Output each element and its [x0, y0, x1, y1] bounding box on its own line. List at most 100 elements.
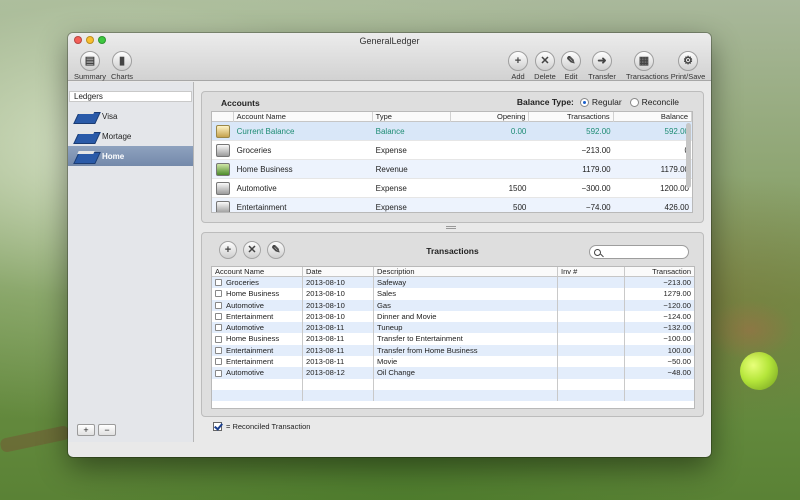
column-header-transactions[interactable]: Transactions [529, 112, 614, 122]
transaction-row[interactable]: Automotive 2013-08-12 Oil Change −48.00 [212, 367, 694, 379]
transaction-description: Movie [374, 356, 558, 368]
transaction-account: Groceries [226, 278, 259, 287]
transaction-inv [558, 333, 625, 345]
transaction-search[interactable] [589, 245, 689, 259]
transaction-account-cell: Entertainment [212, 344, 303, 357]
account-type: Expense [375, 145, 407, 155]
ledger-book-icon [76, 130, 96, 143]
reconciled-checkbox[interactable] [215, 335, 222, 343]
column-header-account-name[interactable]: Account Name [234, 112, 373, 122]
reconciled-checkbox[interactable] [215, 346, 222, 354]
accounts-scrollbar[interactable] [686, 123, 691, 188]
transaction-account-cell: Entertainment [212, 356, 303, 368]
add-ledger-button[interactable]: + [77, 424, 95, 436]
bar-chart-icon: ▮ [112, 51, 132, 71]
sidebar-item-home[interactable]: Home [68, 146, 193, 166]
column-header-opening[interactable]: Opening [451, 112, 530, 122]
reconcile-radio[interactable] [629, 97, 639, 107]
account-name: Automotive [236, 183, 277, 193]
transactions-table-header: Account Name Date Description Inv # Tran… [212, 267, 694, 277]
regular-radio[interactable] [579, 97, 589, 107]
account-type: Revenue [375, 164, 408, 174]
regular-radio-label[interactable]: Regular [592, 97, 622, 107]
reconciled-checkbox[interactable] [215, 301, 222, 309]
transaction-account: Entertainment [226, 357, 274, 367]
charts-button[interactable]: ▮ Charts [104, 51, 140, 81]
transfer-button[interactable]: ➜ Transfer [584, 51, 620, 81]
reconciled-checkbox[interactable] [215, 369, 222, 377]
reconciled-checkbox[interactable] [215, 313, 222, 321]
remove-ledger-button[interactable]: − [98, 424, 116, 436]
summary-button[interactable]: ▤ Summary [72, 51, 108, 81]
transaction-amount: −124.00 [663, 311, 691, 321]
transaction-row[interactable]: Automotive 2013-08-11 Tuneup −132.00 [212, 322, 694, 334]
transaction-row[interactable]: Home Business 2013-08-11 Transfer to Ent… [212, 333, 694, 345]
reconciled-checkbox[interactable] [215, 279, 222, 287]
sidebar-item-label: Visa [102, 111, 118, 121]
empty-cell [303, 389, 374, 402]
column-header-transaction[interactable]: Transaction [625, 267, 694, 276]
column-header-type[interactable]: Type [373, 112, 452, 122]
account-icon-cell [212, 124, 234, 138]
account-type: Expense [375, 202, 407, 212]
account-name: Home Business [236, 164, 293, 174]
transaction-row[interactable]: Groceries 2013-08-10 Safeway −213.00 [212, 277, 694, 289]
transaction-account: Automotive [226, 323, 264, 333]
account-balance: 1179.00 [660, 164, 689, 174]
account-type: Balance [375, 126, 405, 136]
transaction-date: 2013-08-11 [303, 322, 374, 334]
transaction-account: Entertainment [226, 311, 274, 321]
empty-row [212, 378, 694, 390]
accounts-table-header: Account Name Type Opening Transactions B… [212, 112, 692, 122]
account-row[interactable]: Automotive Expense 1500 −300.00 1200.00 [212, 179, 692, 198]
x-icon: ✕ [535, 51, 555, 71]
transaction-description: Sales [374, 288, 558, 300]
print-save-button[interactable]: ⚙ Print/Save [670, 51, 706, 81]
transactions-button[interactable]: ▦ Transactions [626, 51, 669, 81]
account-row[interactable]: Current Balance Balance 0.00 592.00 592.… [212, 122, 692, 141]
transaction-description: Dinner and Movie [374, 310, 558, 323]
transaction-row[interactable]: Home Business 2013-08-10 Sales 1279.00 [212, 288, 694, 300]
account-transactions: 1179.00 [582, 164, 611, 174]
transaction-row[interactable]: Entertainment 2013-08-11 Transfer from H… [212, 344, 694, 357]
empty-cell [303, 378, 374, 390]
transaction-date: 2013-08-11 [303, 356, 374, 368]
transaction-row[interactable]: Entertainment 2013-08-10 Dinner and Movi… [212, 310, 694, 323]
column-header-description[interactable]: Description [374, 267, 558, 276]
transaction-account: Home Business [226, 334, 280, 344]
column-header-date[interactable]: Date [303, 267, 374, 276]
sidebar-item-mortage[interactable]: Mortage [68, 126, 193, 146]
column-header-account-name[interactable]: Account Name [212, 267, 303, 276]
account-balance: 426.00 [664, 202, 689, 212]
split-view-handle[interactable] [446, 226, 456, 229]
transaction-description: Transfer from Home Business [374, 344, 558, 357]
account-row[interactable]: Groceries Expense −213.00 0 [212, 141, 692, 160]
transaction-row[interactable]: Automotive 2013-08-10 Gas −120.00 [212, 299, 694, 311]
charts-label: Charts [110, 72, 134, 81]
transaction-amount: −213.00 [663, 278, 691, 287]
ledger-book-icon [76, 110, 96, 123]
transactions-table: Account Name Date Description Inv # Tran… [211, 266, 695, 409]
reconciled-checkbox[interactable] [215, 324, 222, 332]
account-row[interactable]: Entertainment Expense 500 −74.00 426.00 [212, 198, 692, 212]
account-row[interactable]: Home Business Revenue 1179.00 1179.00 [212, 160, 692, 179]
column-header-balance[interactable]: Balance [614, 112, 692, 122]
reconciled-checkbox[interactable] [215, 358, 222, 366]
transaction-description: Safeway [374, 277, 558, 289]
arrow-right-icon: ➜ [592, 51, 612, 71]
reconcile-radio-label[interactable]: Reconcile [642, 97, 679, 107]
transaction-account-cell: Groceries [212, 277, 303, 289]
search-icon [594, 248, 601, 256]
transaction-account-cell: Home Business [212, 288, 303, 300]
transaction-inv [558, 299, 625, 311]
account-transactions: 592.00 [586, 126, 611, 136]
transaction-row[interactable]: Entertainment 2013-08-11 Movie −50.00 [212, 356, 694, 368]
transaction-amount: −120.00 [663, 300, 691, 310]
column-header-inv[interactable]: Inv # [558, 267, 625, 276]
reconciled-checkbox[interactable] [215, 290, 222, 298]
account-balance: 1200.00 [660, 183, 689, 193]
icon-column-header[interactable] [212, 112, 234, 122]
search-input[interactable] [605, 247, 685, 257]
sidebar-item-visa[interactable]: Visa [68, 106, 193, 126]
transaction-amount: −48.00 [667, 368, 691, 378]
